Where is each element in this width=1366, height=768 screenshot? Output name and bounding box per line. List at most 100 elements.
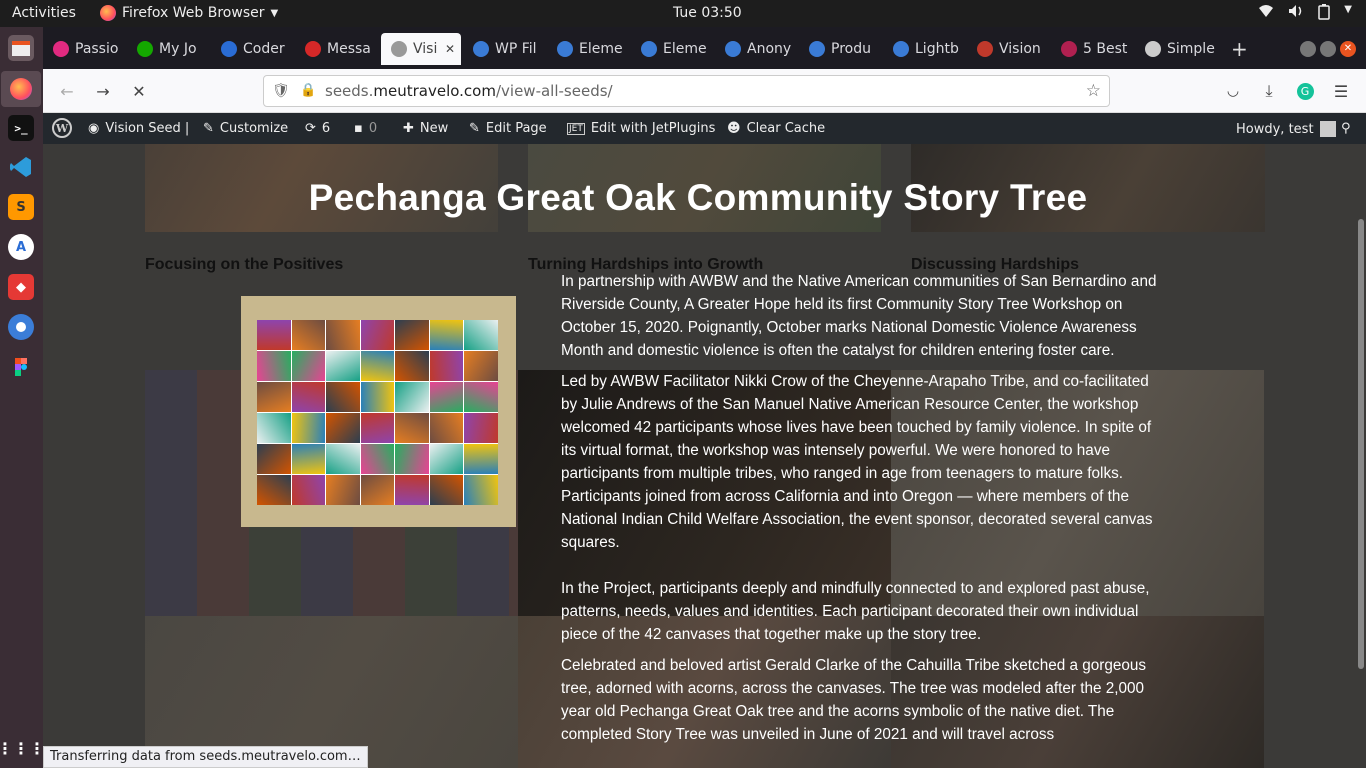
cache-icon: ☻: [727, 121, 741, 136]
canvas-square: [326, 320, 360, 350]
avatar: [1319, 121, 1336, 137]
clear-cache-label: Clear Cache: [746, 121, 826, 136]
downloads-icon[interactable]: ⤓: [1257, 79, 1281, 103]
firefox-dock-icon[interactable]: [1, 71, 41, 107]
wordpress-logo-icon[interactable]: W: [52, 118, 72, 138]
canvas-square: [464, 444, 498, 474]
page-scrollbar[interactable]: [1358, 219, 1364, 669]
tab-11[interactable]: Vision: [967, 33, 1051, 65]
stop-loading-button[interactable]: ✕: [127, 79, 151, 103]
show-apps-icon[interactable]: ⋮⋮⋮: [0, 735, 45, 761]
window-close-button[interactable]: ✕: [1340, 41, 1356, 57]
figma-icon[interactable]: [8, 354, 34, 380]
window-minimize-button[interactable]: [1300, 41, 1316, 57]
files-icon[interactable]: [8, 35, 34, 61]
site-name-link[interactable]: ◉ Vision Seed |: [88, 121, 189, 136]
updates-icon: ⟳: [305, 121, 316, 136]
tab-label: Eleme: [579, 41, 623, 57]
edit-jetplugins-link[interactable]: JET Edit with JetPlugins: [567, 121, 715, 136]
app-menu[interactable]: Firefox Web Browser ▼: [100, 5, 278, 21]
canvas-square: [257, 320, 291, 350]
tab-13[interactable]: Simple: [1135, 33, 1219, 65]
new-content-link[interactable]: ✚ New: [403, 121, 448, 136]
account-menu[interactable]: Howdy, test: [1236, 121, 1336, 137]
loading-icon: [391, 41, 407, 57]
activities-button[interactable]: Activities: [12, 5, 76, 21]
canvas-square: [429, 444, 464, 474]
tab-0[interactable]: Passio: [43, 33, 127, 65]
description-paragraph: Led by AWBW Facilitator Nikki Crow of th…: [561, 373, 1153, 551]
updates-count: 6: [321, 121, 331, 136]
canvas-square: [429, 351, 464, 381]
notes-app-icon[interactable]: A: [8, 234, 34, 260]
tab-5[interactable]: WP Fil: [463, 33, 547, 65]
tab-2[interactable]: Coder: [211, 33, 295, 65]
tab-1[interactable]: My Jo: [127, 33, 211, 65]
status-bar: Transferring data from seeds.meutravelo.…: [43, 746, 368, 768]
tab-label: WP Fil: [495, 41, 537, 57]
new-tab-button[interactable]: +: [1231, 37, 1248, 61]
chromium-icon[interactable]: [8, 314, 34, 340]
canvas-square: [360, 475, 395, 505]
battery-icon: [1318, 4, 1331, 24]
tab-12[interactable]: 5 Best: [1051, 33, 1135, 65]
tab-4[interactable]: Visi ✕: [381, 33, 461, 65]
caret-down-icon: ▼: [270, 7, 279, 19]
url-bar[interactable]: 🛡 🔒 seeds.meutravelo.com/view-all-seeds/…: [263, 75, 1110, 107]
sublime-text-icon[interactable]: S: [8, 194, 34, 220]
window-maximize-button[interactable]: [1320, 41, 1336, 57]
anydesk-icon[interactable]: ◆: [8, 274, 34, 300]
search-icon[interactable]: ⚲: [1341, 121, 1351, 136]
wp-admin-bar: W ◉ Vision Seed | ✎ Customize ⟳ 6 ▪ 0 ✚ New ✎…: [43, 113, 1366, 144]
terminal-icon[interactable]: >_: [8, 115, 34, 141]
tab-strip: Passio My Jo Coder Messa Visi ✕ WP Fil Eleme Ele…: [43, 27, 1366, 69]
customize-link[interactable]: ✎ Customize: [203, 121, 288, 136]
wordpress-icon: [809, 41, 825, 57]
clear-cache-link[interactable]: ☻ Clear Cache: [727, 121, 825, 136]
canvas-square: [360, 351, 395, 381]
shield-icon[interactable]: 🛡: [272, 76, 290, 106]
tab-label: Passio: [75, 41, 119, 57]
url-path: /view-all-seeds/: [495, 82, 613, 100]
menu-icon[interactable]: ☰: [1329, 79, 1353, 103]
plus-icon: ✚: [403, 121, 414, 136]
close-tab-icon[interactable]: ✕: [445, 42, 455, 56]
edit-page-link[interactable]: ✎ Edit Page: [469, 121, 547, 136]
back-button[interactable]: ←: [55, 79, 79, 103]
tab-7[interactable]: Eleme: [631, 33, 715, 65]
xd-icon: [53, 41, 69, 57]
tab-9[interactable]: Produ: [799, 33, 883, 65]
clock[interactable]: Tue 03:50: [673, 5, 742, 21]
page-viewport: Focusing on the Positives Turning Hardsh…: [43, 144, 1366, 768]
volume-icon: [1288, 4, 1304, 24]
tab-6[interactable]: Eleme: [547, 33, 631, 65]
tab-3[interactable]: Messa: [295, 33, 379, 65]
wordpress-icon: [725, 41, 741, 57]
lock-icon[interactable]: 🔒: [300, 76, 316, 106]
canvas-square: [395, 351, 429, 381]
edit-page-label: Edit Page: [485, 121, 547, 136]
system-tray[interactable]: ▼: [1258, 4, 1352, 24]
vscode-icon[interactable]: [8, 154, 34, 180]
canvas-square: [464, 320, 498, 350]
bookmark-star-icon[interactable]: ☆: [1086, 76, 1101, 106]
story-tree-image[interactable]: [241, 296, 516, 527]
tab-8[interactable]: Anony: [715, 33, 799, 65]
grammarly-icon[interactable]: G: [1293, 79, 1317, 103]
pocket-icon[interactable]: ◡: [1221, 79, 1245, 103]
canvas-square: [291, 320, 326, 350]
canvas-square: [326, 382, 360, 412]
codeable-icon: [221, 41, 237, 57]
updates-link[interactable]: ⟳ 6: [305, 121, 330, 136]
forward-button[interactable]: →: [91, 79, 115, 103]
lightbox-description: In partnership with AWBW and the Native …: [561, 270, 1161, 754]
canvas-square: [257, 351, 291, 381]
description-paragraph: In partnership with AWBW and the Native …: [561, 273, 1157, 359]
wordpress-icon: [1145, 41, 1161, 57]
firefox-icon: [100, 5, 116, 21]
canvas-square: [464, 475, 498, 505]
tab-label: Eleme: [663, 41, 707, 57]
comments-link[interactable]: ▪ 0: [354, 121, 377, 136]
tab-10[interactable]: Lightb: [883, 33, 967, 65]
tab-label: Anony: [747, 41, 792, 57]
